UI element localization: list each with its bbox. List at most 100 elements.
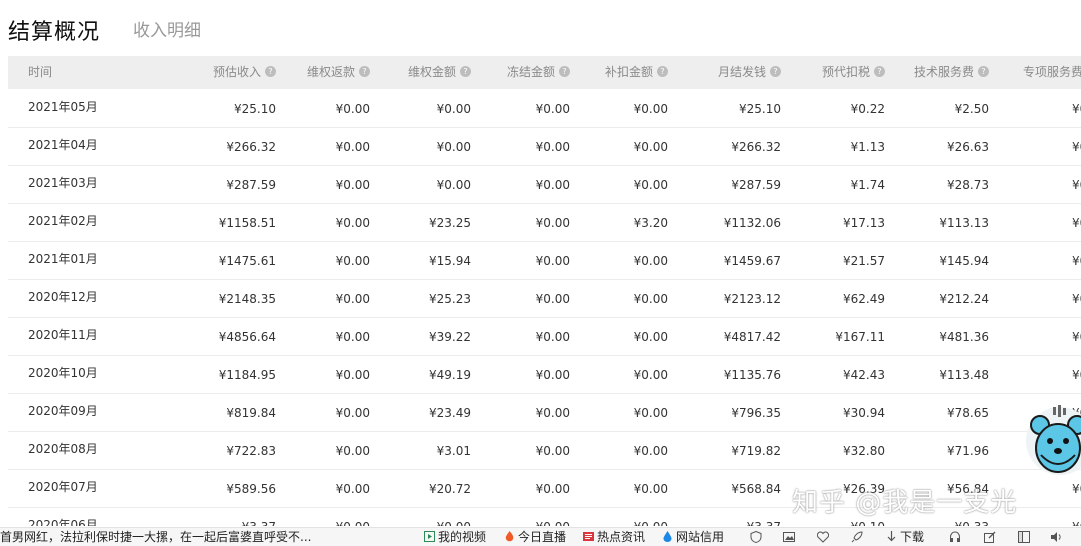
cell-estimated-income: ¥2148.35 <box>218 292 276 306</box>
cell-tech-service-fee: ¥113.13 <box>939 216 989 230</box>
cell-tech-service-fee: ¥28.73 <box>947 178 989 192</box>
cell-estimated-income: ¥722.83 <box>226 444 276 458</box>
cell-rights-refund: ¥0.00 <box>335 330 370 344</box>
header-label: 维权返款 <box>306 65 355 79</box>
cell-frozen-amount: ¥0.00 <box>535 406 570 420</box>
cell-withholding-tax: ¥30.94 <box>843 406 885 420</box>
cell-month: 2020年12月 <box>28 290 98 304</box>
cell-rights-amount: ¥23.25 <box>429 216 471 230</box>
help-question-icon[interactable]: ? <box>978 66 989 77</box>
help-question-icon[interactable]: ? <box>770 66 781 77</box>
table-row: 2021年02月 ¥1158.51 ¥0.00 ¥23.25 ¥0.00 ¥3.20 ¥11… <box>8 203 1081 242</box>
header-label: 时间 <box>28 65 53 79</box>
download-link[interactable]: 下载 <box>886 528 924 546</box>
cell-rights-refund: ¥0.00 <box>335 140 370 154</box>
hot-news-link[interactable]: 热点资讯 <box>583 528 645 546</box>
edit-icon[interactable] <box>984 531 996 543</box>
cell-special-service-fee: ¥0 <box>1072 178 1081 192</box>
cell-frozen-amount: ¥0.00 <box>535 444 570 458</box>
voice-assistant-mascot-icon[interactable] <box>1025 403 1081 477</box>
cell-special-service-fee: ¥0 <box>1072 507 1081 526</box>
cell-rights-refund: ¥0.00 <box>335 368 370 382</box>
header-tech-service-fee: 技术服务费? <box>914 56 989 89</box>
header-label: 专项服务费 <box>1022 65 1081 79</box>
help-question-icon[interactable]: ? <box>265 66 276 77</box>
tab-settlement-overview[interactable]: 结算概况 <box>8 14 100 46</box>
site-credit-link[interactable]: 网站信用 <box>662 528 724 546</box>
video-icon <box>424 531 435 542</box>
cell-special-service-fee: ¥0 <box>1072 102 1081 116</box>
table-row: 2021年04月 ¥266.32 ¥0.00 ¥0.00 ¥0.00 ¥0.00 ¥266.… <box>8 127 1081 166</box>
cell-frozen-amount: ¥0.00 <box>535 140 570 154</box>
volume-icon[interactable] <box>1050 531 1062 543</box>
header-withholding-tax: 预代扣税? <box>822 56 885 89</box>
tab-income-details[interactable]: 收入明细 <box>133 16 201 41</box>
cell-month: 2020年10月 <box>28 366 98 380</box>
cell-deduction-amount: ¥0.00 <box>633 140 668 154</box>
my-videos-link[interactable]: 我的视频 <box>424 528 486 546</box>
header-label: 月结发钱 <box>717 65 766 79</box>
cell-tech-service-fee: ¥113.48 <box>939 368 989 382</box>
table-row: 2020年11月 ¥4856.64 ¥0.00 ¥39.22 ¥0.00 ¥0.00 ¥48… <box>8 317 1081 356</box>
cell-special-service-fee: ¥0 <box>1072 216 1081 230</box>
help-question-icon[interactable]: ? <box>559 66 570 77</box>
cell-month: 2021年03月 <box>28 176 98 190</box>
cell-frozen-amount: ¥0.00 <box>535 368 570 382</box>
cell-rights-refund: ¥0.00 <box>335 216 370 230</box>
cell-monthly-payout: ¥796.35 <box>731 406 781 420</box>
cell-estimated-income: ¥1184.95 <box>218 368 276 382</box>
cell-deduction-amount: ¥0.00 <box>633 368 668 382</box>
help-question-icon[interactable]: ? <box>359 66 370 77</box>
cell-rights-amount: ¥3.01 <box>436 444 471 458</box>
live-today-link[interactable]: 今日直播 <box>504 528 566 546</box>
cell-deduction-amount: ¥0.00 <box>633 292 668 306</box>
help-question-icon[interactable]: ? <box>874 66 885 77</box>
cell-deduction-amount: ¥0.00 <box>633 406 668 420</box>
header-label: 冻结金额 <box>506 65 555 79</box>
header-label: 技术服务费 <box>913 65 974 79</box>
cell-rights-refund: ¥0.00 <box>335 406 370 420</box>
cell-rights-refund: ¥0.00 <box>335 102 370 116</box>
cell-monthly-payout: ¥2123.12 <box>723 292 781 306</box>
cell-deduction-amount: ¥3.20 <box>633 216 668 230</box>
cell-tech-service-fee: ¥481.36 <box>939 330 989 344</box>
rocket-icon[interactable] <box>851 531 863 543</box>
cell-month: 2020年06月 <box>28 518 98 526</box>
cell-rights-amount: ¥15.94 <box>429 254 471 268</box>
table-row: 2021年03月 ¥287.59 ¥0.00 ¥0.00 ¥0.00 ¥0.00 ¥287.… <box>8 165 1081 204</box>
cell-monthly-payout: ¥1135.76 <box>723 368 781 382</box>
shield-icon[interactable] <box>750 531 762 543</box>
cell-estimated-income: ¥4856.64 <box>218 330 276 344</box>
cell-tech-service-fee: ¥212.24 <box>939 292 989 306</box>
cell-month: 2021年04月 <box>28 138 98 152</box>
cell-rights-amount: ¥0.00 <box>436 102 471 116</box>
headphone-icon[interactable] <box>949 531 961 543</box>
cell-estimated-income: ¥1475.61 <box>218 254 276 268</box>
cell-withholding-tax: ¥17.13 <box>843 216 885 230</box>
cell-rights-amount: ¥20.72 <box>429 482 471 496</box>
cell-estimated-income: ¥266.32 <box>226 140 276 154</box>
cell-month: 2020年11月 <box>28 328 98 342</box>
cell-tech-service-fee: ¥26.63 <box>947 140 989 154</box>
cell-frozen-amount: ¥0.00 <box>535 292 570 306</box>
cell-tech-service-fee: ¥145.94 <box>939 254 989 268</box>
cell-frozen-amount: ¥0.00 <box>536 507 570 526</box>
cell-monthly-payout: ¥266.32 <box>731 140 781 154</box>
status-news-headline[interactable]: 首男网红，法拉利保时捷一大摞，在一起后富婆直呼受不... <box>0 528 311 546</box>
cell-withholding-tax: ¥1.74 <box>850 178 885 192</box>
cell-month: 2020年09月 <box>28 404 98 418</box>
help-question-icon[interactable]: ? <box>657 66 668 77</box>
table-row: 2021年01月 ¥1475.61 ¥0.00 ¥15.94 ¥0.00 ¥0.00 ¥14… <box>8 241 1081 280</box>
heart-icon[interactable] <box>817 531 829 543</box>
table-header: 时间 预估收入? 维权返款? 维权金额? 冻结金额? 补扣金额? 月结发钱? 预代扣税? 技术服… <box>8 56 1081 89</box>
cell-rights-amount: ¥39.22 <box>429 330 471 344</box>
help-question-icon[interactable]: ? <box>460 66 471 77</box>
table-row: 2021年05月 ¥25.10 ¥0.00 ¥0.00 ¥0.00 ¥0.00 ¥25.10… <box>8 89 1081 128</box>
flame-icon <box>505 531 514 542</box>
window-icon[interactable] <box>1018 531 1030 543</box>
header-special-service-fee: 专项服务费? <box>1023 56 1081 89</box>
header-label: 预估收入 <box>212 65 261 79</box>
header-label: 预代扣税 <box>821 65 870 79</box>
image-icon[interactable] <box>783 531 795 543</box>
cell-rights-amount: ¥49.19 <box>429 368 471 382</box>
